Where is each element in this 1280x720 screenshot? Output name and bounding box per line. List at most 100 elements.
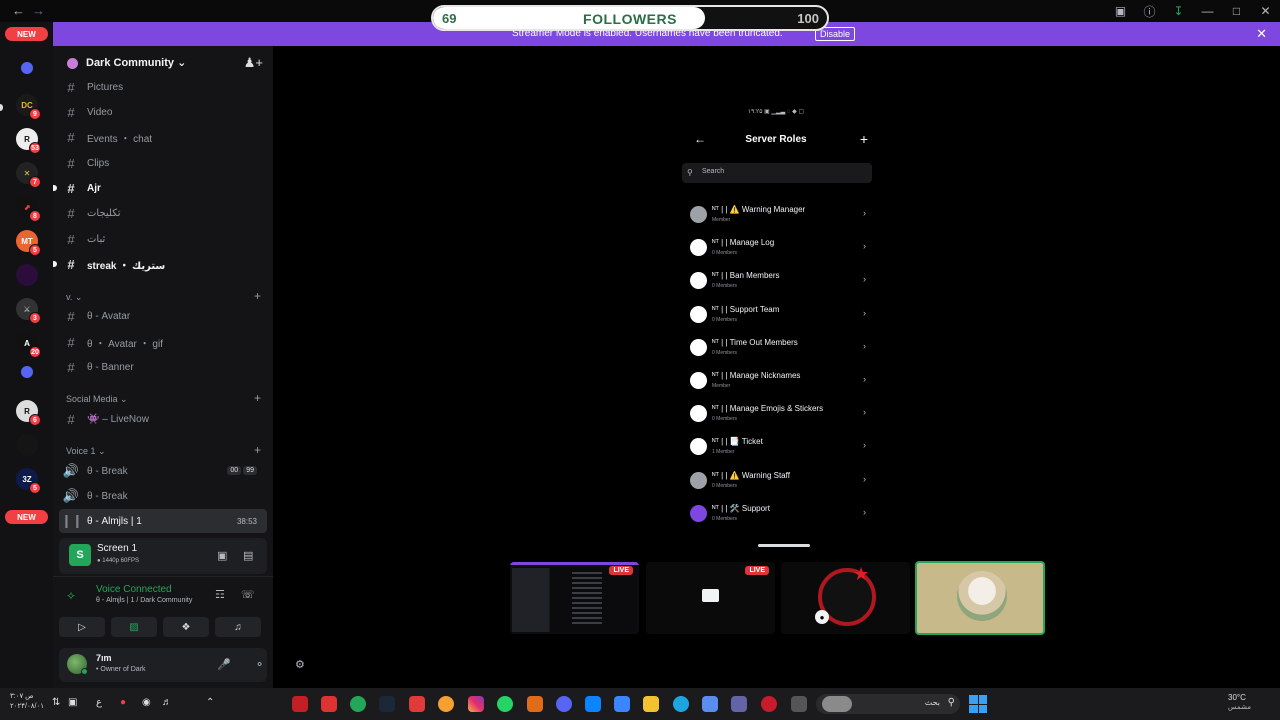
- soundboard-button[interactable]: ♫: [215, 617, 261, 637]
- role-row[interactable]: ᴺᵀ | | ⚠️ Warning Manager Member ›: [682, 198, 872, 231]
- app-blue-icon[interactable]: [702, 696, 718, 712]
- channel-thabat[interactable]: # ثبات: [59, 227, 267, 251]
- channel-takleefat[interactable]: # تكليجات: [59, 201, 267, 225]
- share-screen-button[interactable]: ▨: [111, 617, 157, 637]
- app-grey-icon[interactable]: [791, 696, 807, 712]
- mail-icon[interactable]: [585, 696, 601, 712]
- help-icon[interactable]: ⓘ: [1135, 3, 1164, 20]
- chevron-right-icon: ›: [863, 208, 866, 218]
- close-window-icon[interactable]: ✕: [1251, 4, 1280, 18]
- download-icon[interactable]: ↧: [1164, 4, 1193, 18]
- microphone-icon[interactable]: 🎤: [217, 658, 231, 671]
- search-input[interactable]: ⚲ Search: [682, 163, 872, 183]
- app-flame-icon[interactable]: [527, 696, 543, 712]
- wifi-icon[interactable]: ◉: [142, 697, 151, 708]
- role-row[interactable]: ᴺᵀ | | Manage Emojis & Stickers 0 Members…: [682, 397, 872, 430]
- folder-icon[interactable]: [643, 696, 659, 712]
- voice-channel-break-1[interactable]: 🔊 θ - Break 00 99: [59, 459, 267, 483]
- stream-tile-screen[interactable]: LIVE: [510, 562, 639, 634]
- screen-share-panel: S Screen 1 ● 1440p 60FPS ▣ ▤: [59, 538, 267, 574]
- create-channel-icon[interactable]: +: [254, 443, 261, 457]
- discord-icon[interactable]: [556, 696, 572, 712]
- opera-gx-icon[interactable]: [292, 696, 308, 712]
- mic-tray-icon[interactable]: ●: [120, 697, 126, 708]
- server-purple-icon[interactable]: [16, 264, 38, 286]
- channel-ajr[interactable]: # Ajr: [53, 176, 267, 200]
- voice-channel-almjls[interactable]: ❙❙ θ - Almjls | 1 38:53: [59, 509, 267, 533]
- username[interactable]: 7ım: [96, 653, 112, 663]
- whatsapp-icon[interactable]: [497, 696, 513, 712]
- network-icon[interactable]: ⇅: [52, 697, 60, 708]
- activities-button[interactable]: ❖: [163, 617, 209, 637]
- stream-tile-phone[interactable]: LIVE: [646, 562, 775, 634]
- role-row[interactable]: ᴺᵀ | | Manage Log 0 Members ›: [682, 231, 872, 264]
- new-unreads-pill[interactable]: NEW: [5, 27, 48, 41]
- channel-avatar[interactable]: # θ - Avatar: [59, 304, 267, 328]
- noise-suppression-icon[interactable]: ☶: [215, 588, 225, 601]
- text-channel-icon: #: [67, 180, 75, 196]
- display-icon[interactable]: ▣: [68, 697, 77, 708]
- role-row[interactable]: ᴺᵀ | | Manage Nicknames Member ›: [682, 364, 872, 397]
- close-icon[interactable]: ✕: [1256, 26, 1267, 42]
- role-row[interactable]: ᴺᵀ | | Ban Members 0 Members ›: [682, 264, 872, 297]
- steam-icon[interactable]: [379, 696, 395, 712]
- channel-avatar-gif[interactable]: # θ ・ Avatar ・ gif: [59, 330, 267, 354]
- voice-channel-break-2[interactable]: 🔊 θ - Break: [59, 484, 267, 508]
- stop-stream-icon[interactable]: ▣: [217, 549, 227, 562]
- channel-clips[interactable]: # Clips: [59, 151, 267, 175]
- server-dark-icon[interactable]: [16, 434, 38, 456]
- edge-icon[interactable]: [673, 696, 689, 712]
- channel-streak[interactable]: # streak ・ ستريك: [53, 252, 267, 276]
- disconnect-icon[interactable]: ☏: [241, 588, 255, 601]
- headphones-icon[interactable]: ⚬: [255, 658, 264, 671]
- role-row[interactable]: ᴺᵀ | | ⚠️ Warning Staff 0 Members ›: [682, 464, 872, 497]
- adobe-icon[interactable]: [409, 696, 425, 712]
- voice-connected-title[interactable]: Voice Connected: [96, 584, 172, 595]
- channel-events-chat[interactable]: # Events ・ chat: [59, 125, 267, 149]
- app-red-icon[interactable]: [321, 696, 337, 712]
- minimize-icon[interactable]: —: [1193, 4, 1222, 18]
- teams-icon[interactable]: [731, 696, 747, 712]
- new-unreads-pill[interactable]: NEW: [5, 510, 48, 524]
- search-input[interactable]: بحث ⚲: [816, 694, 960, 714]
- weather-widget[interactable]: 30°C مشمس: [1228, 693, 1251, 713]
- role-row[interactable]: ᴺᵀ | | 🛠️ Support 0 Members ›: [682, 497, 872, 530]
- chevron-up-icon[interactable]: ⌃: [206, 697, 214, 708]
- folder-icon[interactable]: [21, 366, 33, 378]
- inbox-icon[interactable]: ▣: [1106, 4, 1135, 18]
- store-icon[interactable]: [614, 696, 630, 712]
- channel-pictures[interactable]: # Pictures: [59, 75, 267, 99]
- voice-connected-sub[interactable]: θ - Almjls | 1 / Dark Community: [96, 597, 192, 604]
- volume-icon[interactable]: ♬: [162, 697, 172, 708]
- category-social-media[interactable]: Social Media ⌄: [66, 394, 128, 405]
- back-arrow-icon[interactable]: ←: [12, 3, 25, 18]
- folder-icon[interactable]: [21, 62, 33, 74]
- maximize-icon[interactable]: □: [1222, 4, 1251, 18]
- opera-icon[interactable]: [761, 696, 777, 712]
- add-role-icon[interactable]: +: [860, 131, 868, 147]
- participant-tile-2[interactable]: [915, 561, 1045, 635]
- participant-tile-1[interactable]: ★ ●: [781, 562, 910, 634]
- forward-arrow-icon[interactable]: →: [32, 3, 45, 18]
- channel-banner[interactable]: # θ - Banner: [59, 355, 267, 379]
- app-orange-icon[interactable]: [438, 696, 454, 712]
- category-voice[interactable]: Voice 1 ⌄: [66, 446, 106, 457]
- gear-icon[interactable]: ⚙: [295, 658, 305, 671]
- instagram-icon[interactable]: [468, 696, 484, 712]
- channel-video[interactable]: # Video: [59, 100, 267, 124]
- category-v[interactable]: v. ⌄: [66, 292, 82, 303]
- channel-livenow[interactable]: # 👾 – LiveNow: [59, 407, 267, 431]
- app-green-icon[interactable]: [350, 696, 366, 712]
- create-channel-icon[interactable]: +: [254, 391, 261, 405]
- video-off-button[interactable]: ▷: [59, 617, 105, 637]
- language-indicator[interactable]: ع: [96, 697, 102, 708]
- role-row[interactable]: ᴺᵀ | | Support Team 0 Members ›: [682, 298, 872, 331]
- mention-badge: 7: [29, 176, 41, 188]
- stream-settings-icon[interactable]: ▤: [243, 549, 253, 562]
- create-channel-icon[interactable]: +: [254, 289, 261, 303]
- role-row[interactable]: ᴺᵀ | | Time Out Members 0 Members ›: [682, 331, 872, 364]
- clock[interactable]: ۳:۰۷ ص ۲۰۲۴/۰۸/۰۱: [10, 692, 44, 712]
- role-row[interactable]: ᴺᵀ | | 📑 Ticket 1 Member ›: [682, 430, 872, 463]
- invite-people-icon[interactable]: ♟+: [244, 55, 263, 71]
- start-button[interactable]: [969, 695, 987, 713]
